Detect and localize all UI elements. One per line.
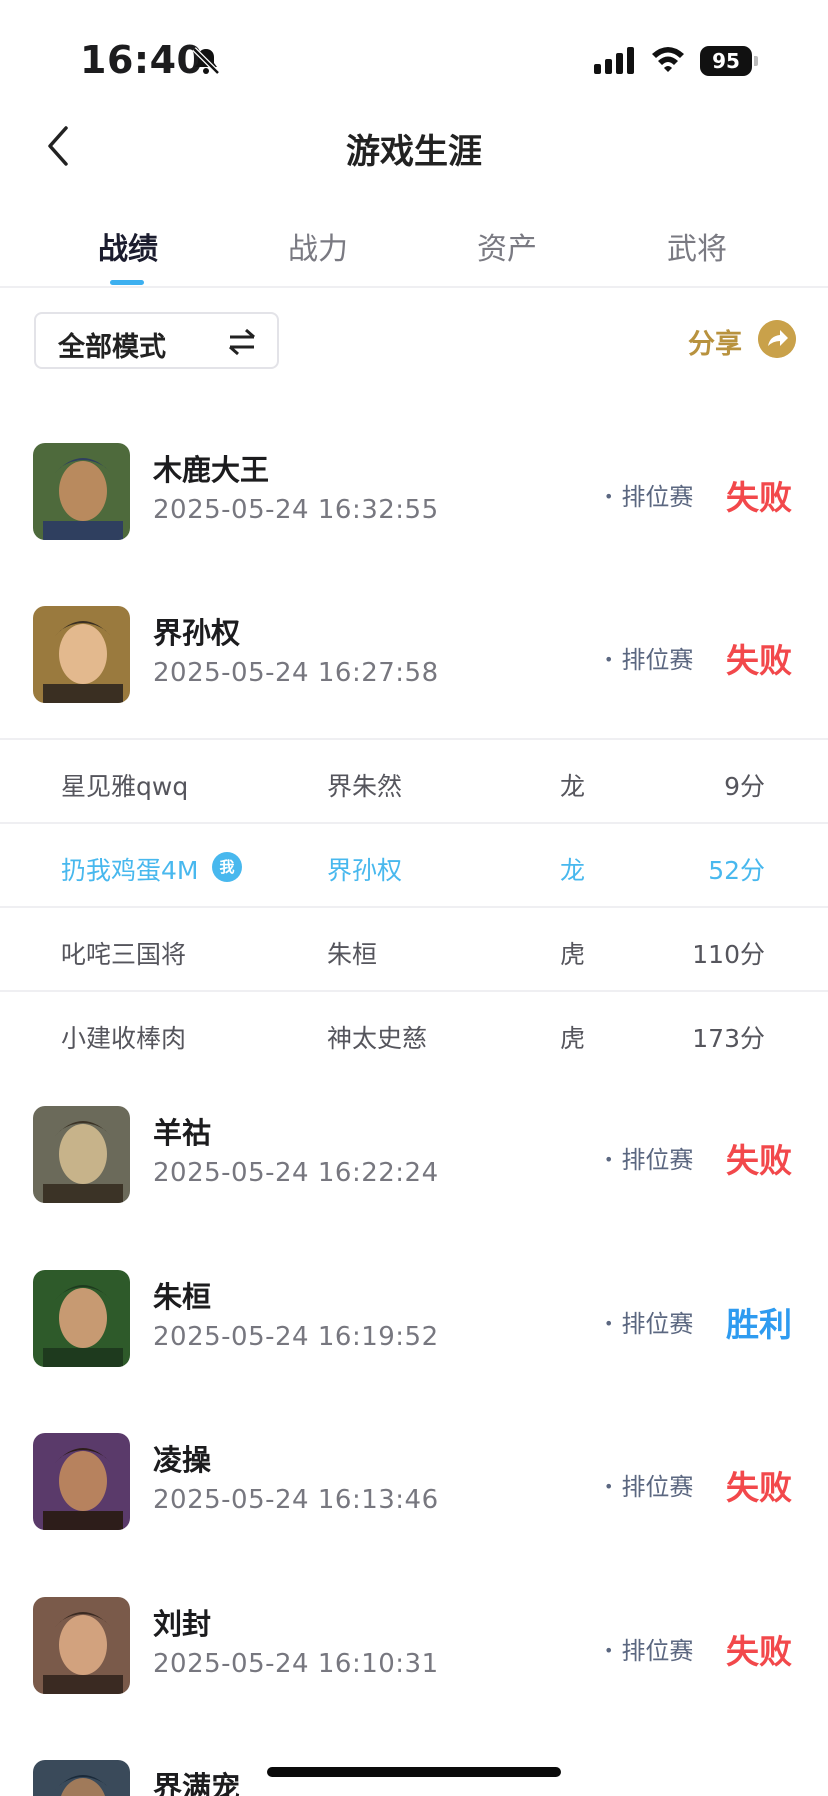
record-row[interactable]: 刘封 2025-05-24 16:10:31 排位赛失败 (0, 1597, 828, 1707)
match-type: 排位赛 (604, 1304, 693, 1339)
match-type: 排位赛 (604, 1467, 693, 1502)
wifi-icon (652, 47, 684, 72)
hero-avatar (33, 1597, 130, 1694)
record-row[interactable]: 羊祜 2025-05-24 16:22:24 排位赛失败 (0, 1106, 828, 1216)
match-datetime: 2025-05-24 16:22:24 (153, 1158, 439, 1188)
record-row[interactable]: 凌操 2025-05-24 16:13:46 排位赛失败 (0, 1433, 828, 1543)
tab-generals[interactable]: 武将 (627, 224, 767, 268)
match-type: 排位赛 (604, 640, 693, 675)
home-indicator (267, 1767, 561, 1777)
battery-icon: 95 (700, 46, 758, 76)
player-hero: 神太史慈 (327, 1024, 428, 1053)
hero-name: 界满宠 (153, 1770, 241, 1796)
player-faction: 龙 (560, 856, 586, 885)
page-title: 游戏生涯 (346, 132, 482, 172)
hero-avatar (33, 1106, 130, 1203)
player-score: 52分 (708, 856, 765, 885)
tab-bar: 战绩 战力 资产 武将 (0, 218, 828, 288)
record-row[interactable]: 木鹿大王 2025-05-24 16:32:55 排位赛失败 (0, 443, 828, 553)
match-result: 失败 (726, 641, 792, 680)
record-row[interactable]: 界孙权 2025-05-24 16:27:58 排位赛失败 (0, 606, 828, 716)
hero-avatar (33, 1270, 130, 1367)
share-icon[interactable] (758, 320, 796, 358)
match-datetime: 2025-05-24 16:10:31 (153, 1649, 439, 1679)
swap-arrows-icon (229, 328, 255, 356)
player-row: 小建收棒肉 神太史慈 虎 173分 (0, 992, 828, 1076)
me-badge: 我 (212, 852, 242, 882)
match-type: 排位赛 (604, 1140, 693, 1175)
cellular-signal-icon (594, 47, 634, 74)
player-faction: 虎 (560, 940, 586, 969)
hero-name: 木鹿大王 (153, 453, 270, 487)
mode-selector[interactable]: 全部模式 (34, 312, 279, 369)
match-result: 失败 (726, 1141, 792, 1180)
hero-name: 羊祜 (153, 1116, 212, 1150)
share-button[interactable]: 分享 (688, 322, 742, 361)
battery-level: 95 (712, 49, 740, 73)
hero-avatar (33, 443, 130, 540)
hero-name: 刘封 (153, 1607, 212, 1641)
match-result: 失败 (726, 1632, 792, 1671)
record-row[interactable]: 界满宠 (0, 1760, 828, 1796)
player-faction: 虎 (560, 1024, 586, 1053)
player-score: 9分 (724, 772, 765, 801)
match-type: 排位赛 (604, 477, 693, 512)
player-name: 扔我鸡蛋4M (61, 856, 199, 885)
hero-name: 凌操 (153, 1443, 212, 1477)
hero-avatar (33, 606, 130, 703)
match-result: 失败 (726, 478, 792, 517)
match-result: 胜利 (726, 1305, 792, 1344)
player-row: 扔我鸡蛋4M 我 界孙权 龙 52分 (0, 824, 828, 908)
record-row[interactable]: 朱桓 2025-05-24 16:19:52 排位赛胜利 (0, 1270, 828, 1380)
player-row: 叱咤三国将 朱桓 虎 110分 (0, 908, 828, 992)
match-datetime: 2025-05-24 16:32:55 (153, 495, 439, 525)
player-hero: 界朱然 (327, 772, 403, 801)
player-row: 星见雅qwq 界朱然 龙 9分 (0, 740, 828, 824)
player-name: 星见雅qwq (61, 772, 189, 801)
hero-name: 界孙权 (153, 616, 241, 650)
match-type: 排位赛 (604, 1631, 693, 1666)
hero-avatar (33, 1433, 130, 1530)
hero-avatar (33, 1760, 130, 1796)
player-name: 小建收棒肉 (61, 1024, 187, 1053)
player-name: 叱咤三国将 (61, 940, 187, 969)
player-score: 110分 (692, 940, 765, 969)
status-bar: 16:40 95 (0, 0, 828, 110)
hero-name: 朱桓 (153, 1280, 212, 1314)
tab-power[interactable]: 战力 (248, 224, 388, 268)
match-datetime: 2025-05-24 16:19:52 (153, 1322, 439, 1352)
tab-record[interactable]: 战绩 (58, 224, 198, 268)
status-time: 16:40 (80, 38, 204, 82)
active-tab-indicator (110, 280, 144, 285)
tab-assets[interactable]: 资产 (437, 224, 577, 268)
player-faction: 龙 (560, 772, 586, 801)
player-hero: 朱桓 (327, 940, 378, 969)
player-hero: 界孙权 (327, 856, 403, 885)
match-result: 失败 (726, 1468, 792, 1507)
match-datetime: 2025-05-24 16:13:46 (153, 1485, 439, 1515)
bell-muted-icon (192, 47, 220, 75)
match-datetime: 2025-05-24 16:27:58 (153, 658, 439, 688)
player-score: 173分 (692, 1024, 765, 1053)
mode-label: 全部模式 (58, 332, 166, 363)
